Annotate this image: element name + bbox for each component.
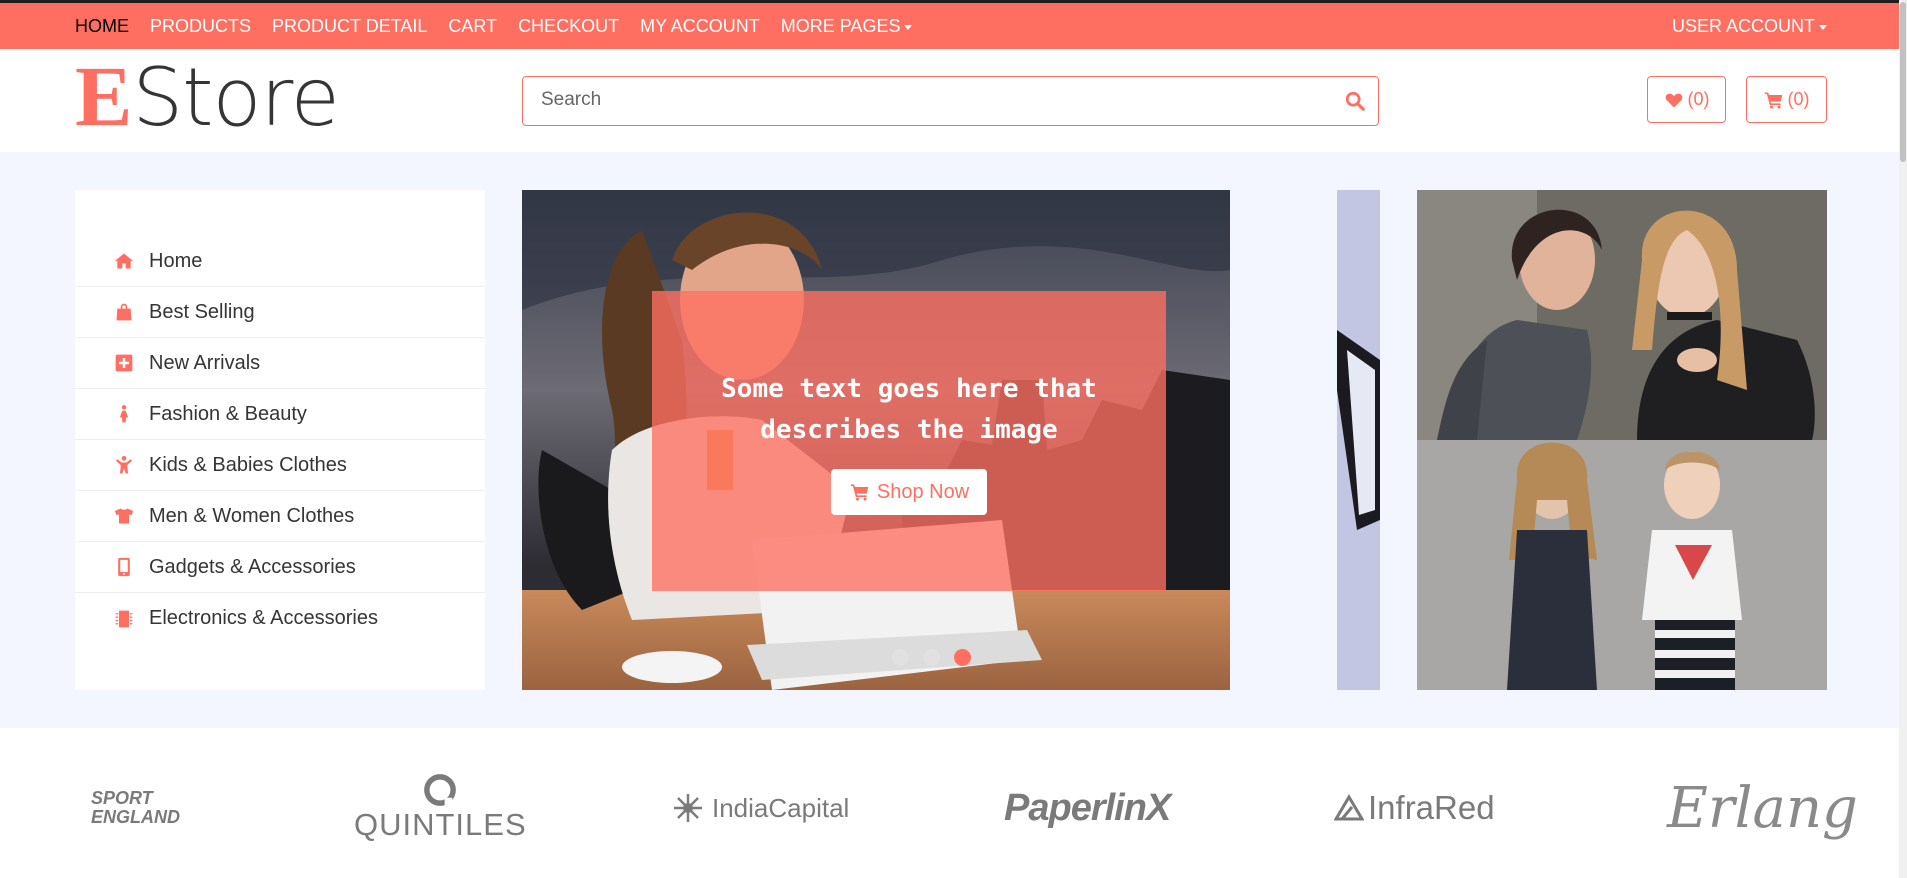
category-label: Kids & Babies Clothes bbox=[149, 453, 347, 476]
category-kids-babies[interactable]: Kids & Babies Clothes bbox=[75, 440, 485, 491]
nav-products[interactable]: PRODUCTS bbox=[150, 16, 251, 37]
women-fashion-photo bbox=[1417, 190, 1827, 440]
category-gadgets[interactable]: Gadgets & Accessories bbox=[75, 542, 485, 593]
brand-paperlinx[interactable]: PaperlinX bbox=[1004, 773, 1171, 843]
slide-indicator-2[interactable] bbox=[923, 649, 940, 666]
caret-down-icon bbox=[904, 24, 913, 30]
cart-count: (0) bbox=[1787, 89, 1810, 109]
shopping-cart-icon bbox=[850, 484, 869, 501]
top-navbar: HOME PRODUCTS PRODUCT DETAIL CART CHECKO… bbox=[0, 0, 1907, 49]
nav-my-account[interactable]: MY ACCOUNT bbox=[640, 16, 760, 37]
mobile-icon bbox=[113, 556, 135, 578]
category-home[interactable]: Home bbox=[75, 236, 485, 287]
logo-letter-e: E bbox=[75, 48, 133, 144]
next-slide-preview[interactable] bbox=[1337, 190, 1380, 690]
search-input[interactable] bbox=[523, 77, 1323, 123]
nav-cart[interactable]: CART bbox=[448, 16, 497, 37]
hero-section: Home Best Selling New Arrivals Fashion &… bbox=[0, 152, 1907, 728]
shop-now-label: Shop Now bbox=[876, 480, 970, 503]
slide-caption-text: Some text goes here that describes the i… bbox=[721, 374, 1097, 445]
promo-images bbox=[1417, 190, 1827, 690]
slide-caption: Some text goes here that describes the i… bbox=[652, 291, 1166, 591]
brand-logos: SPORT ENGLAND QUINTILES IndiaCapital Pap… bbox=[0, 728, 1907, 878]
promo-image-kids[interactable] bbox=[1417, 440, 1827, 690]
kids-fashion-photo bbox=[1417, 440, 1827, 690]
nav-more-pages-dropdown[interactable]: MORE PAGES bbox=[781, 16, 913, 37]
female-icon bbox=[113, 403, 135, 425]
infrared-logo-mark bbox=[1334, 794, 1364, 821]
brand-quintiles-text: QUINTILES bbox=[354, 807, 527, 842]
user-account-dropdown[interactable]: USER ACCOUNT bbox=[1672, 16, 1827, 37]
slider-indicators bbox=[892, 649, 971, 666]
category-electronics[interactable]: Electronics & Accessories bbox=[75, 593, 485, 644]
cart-button[interactable]: (0) bbox=[1746, 76, 1827, 123]
shop-now-button[interactable]: Shop Now bbox=[831, 469, 987, 515]
indiacapital-logo-mark bbox=[674, 794, 702, 822]
tshirt-icon bbox=[113, 505, 135, 527]
quintiles-logo-mark bbox=[424, 774, 457, 806]
nav-product-detail[interactable]: PRODUCT DETAIL bbox=[272, 16, 427, 37]
search-icon[interactable] bbox=[1344, 90, 1366, 112]
category-best-selling[interactable]: Best Selling bbox=[75, 287, 485, 338]
next-slide-image bbox=[1337, 190, 1380, 690]
category-new-arrivals[interactable]: New Arrivals bbox=[75, 338, 485, 389]
brand-quintiles[interactable]: QUINTILES bbox=[354, 773, 527, 843]
scrollbar-thumb[interactable] bbox=[1900, 2, 1906, 162]
brand-paperlinx-text: PaperlinX bbox=[1004, 786, 1171, 829]
hero-slider[interactable]: Some text goes here that describes the i… bbox=[522, 190, 1230, 690]
estore-logo[interactable]: EStore bbox=[75, 53, 340, 139]
brand-infrared-text: InfraRed bbox=[1368, 789, 1495, 826]
category-label: Gadgets & Accessories bbox=[149, 555, 356, 578]
plus-square-icon bbox=[113, 352, 135, 374]
brand-sport-line1: SPORT bbox=[91, 788, 153, 808]
site-header: EStore (0) (0) bbox=[0, 49, 1907, 152]
home-icon bbox=[113, 250, 135, 272]
brand-infrared[interactable]: InfraRed bbox=[1334, 773, 1495, 843]
brand-sport-line2: ENGLAND bbox=[91, 807, 180, 827]
caret-down-icon bbox=[1819, 24, 1827, 30]
child-icon bbox=[113, 454, 135, 476]
slide-indicator-1[interactable] bbox=[892, 649, 909, 666]
nav-checkout[interactable]: CHECKOUT bbox=[518, 16, 619, 37]
brand-sport-england[interactable]: SPORT ENGLAND bbox=[75, 773, 180, 843]
top-nav-links: HOME PRODUCTS PRODUCT DETAIL CART CHECKO… bbox=[75, 16, 913, 37]
shopping-cart-icon bbox=[1764, 92, 1782, 109]
wishlist-count: (0) bbox=[1687, 89, 1710, 109]
nav-more-pages-label: MORE PAGES bbox=[780, 16, 901, 36]
user-account-label: USER ACCOUNT bbox=[1671, 16, 1815, 36]
brand-indiacapital[interactable]: IndiaCapital bbox=[672, 773, 849, 843]
category-label: New Arrivals bbox=[149, 351, 261, 374]
microchip-icon bbox=[113, 608, 135, 630]
heart-icon bbox=[1665, 93, 1682, 107]
page-scrollbar[interactable] bbox=[1899, 0, 1907, 878]
brand-erlang-text: Erlang bbox=[1667, 775, 1858, 841]
promo-image-women[interactable] bbox=[1417, 190, 1827, 440]
slide-indicator-3[interactable] bbox=[954, 649, 971, 666]
brand-indiacapital-text: IndiaCapital bbox=[712, 792, 850, 823]
nav-home[interactable]: HOME bbox=[75, 16, 129, 37]
category-label: Home bbox=[149, 249, 203, 272]
category-label: Best Selling bbox=[149, 300, 255, 323]
category-menu: Home Best Selling New Arrivals Fashion &… bbox=[75, 190, 485, 690]
wishlist-button[interactable]: (0) bbox=[1647, 76, 1726, 123]
search-bar bbox=[522, 76, 1379, 126]
category-label: Electronics & Accessories bbox=[149, 607, 378, 629]
logo-text: Store bbox=[132, 51, 339, 144]
category-fashion-beauty[interactable]: Fashion & Beauty bbox=[75, 389, 485, 440]
brand-erlang[interactable]: Erlang bbox=[1667, 773, 1858, 843]
category-label: Men & Women Clothes bbox=[149, 504, 355, 527]
shopping-bag-icon bbox=[113, 301, 135, 323]
category-men-women[interactable]: Men & Women Clothes bbox=[75, 491, 485, 542]
category-label: Fashion & Beauty bbox=[149, 402, 307, 425]
